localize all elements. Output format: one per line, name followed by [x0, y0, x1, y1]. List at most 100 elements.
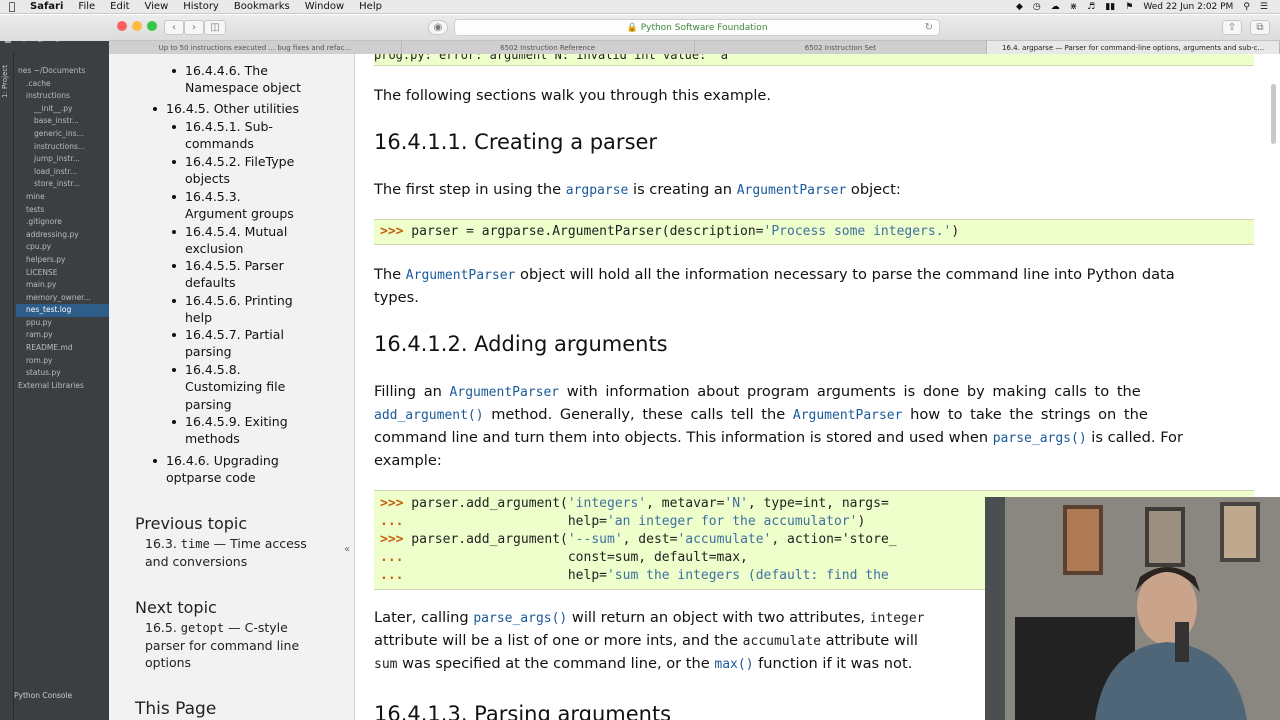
link-argumentparser-3[interactable]: ArgumentParser [450, 385, 560, 400]
menu-file[interactable]: File [72, 0, 104, 14]
minimize-window-button[interactable] [132, 21, 142, 31]
project-tree-item[interactable]: mine [16, 191, 109, 204]
collapse-sidebar-button[interactable]: « [344, 544, 350, 555]
project-tree-item[interactable]: README.md [16, 342, 109, 355]
project-tree-item[interactable]: jump_instr... [16, 153, 109, 166]
project-tree-item[interactable]: nes ~/Documents [16, 65, 109, 78]
project-tree-item[interactable]: cpu.py [16, 241, 109, 254]
link-parse-args[interactable]: parse_args() [993, 431, 1087, 446]
toc-link[interactable]: Customizing file [185, 378, 285, 395]
next-topic-link-line2[interactable]: parser for command line [145, 637, 299, 655]
toc-link[interactable]: 16.4.5.4. Mutual [185, 223, 287, 240]
dropbox-icon[interactable]: ◆ [1016, 2, 1023, 12]
project-tree-item[interactable]: instructions... [16, 141, 109, 154]
toc-link[interactable]: 16.4.5.1. Sub- [185, 118, 273, 135]
project-tree-item[interactable]: tests [16, 204, 109, 217]
notification-icon[interactable]: ☰ [1260, 2, 1268, 12]
toc-link[interactable]: parsing [185, 396, 232, 413]
project-tree-item[interactable]: helpers.py [16, 254, 109, 267]
project-tree-item[interactable]: .gitignore [16, 216, 109, 229]
clock[interactable]: Wed 22 Jun 2:02 PM [1143, 2, 1233, 12]
python-console-button[interactable]: Python Console [14, 691, 72, 700]
link-argumentparser[interactable]: ArgumentParser [737, 183, 847, 198]
toc-link[interactable]: parsing [185, 343, 232, 360]
project-tree-item[interactable]: LICENSE [16, 267, 109, 280]
project-tree-item[interactable]: base_instr... [16, 115, 109, 128]
toc-link[interactable]: methods [185, 430, 240, 447]
menu-edit[interactable]: Edit [104, 0, 138, 14]
zoom-window-button[interactable] [147, 21, 157, 31]
project-tree-item[interactable]: rom.py [16, 355, 109, 368]
project-tree-item[interactable]: load_instr... [16, 166, 109, 179]
toc-link[interactable]: 16.4.5.8. [185, 361, 241, 378]
project-tool-label[interactable]: 1: Project [1, 65, 9, 98]
address-bar[interactable]: 🔒 Python Software Foundation ↻ [454, 19, 940, 36]
tab-3[interactable]: 6502 Instruction Set [695, 41, 988, 54]
previous-topic-link-line2[interactable]: and conversions [145, 553, 247, 571]
menu-app[interactable]: Safari [24, 0, 72, 14]
apple-icon[interactable]:  [0, 0, 24, 13]
toc-link[interactable]: 16.4.5.7. Partial [185, 326, 284, 343]
volume-icon[interactable]: ♬ [1087, 2, 1095, 12]
flag-icon[interactable]: ⚑ [1125, 2, 1133, 12]
battery-icon[interactable]: ▮▮ [1105, 2, 1115, 12]
toc-link[interactable]: 16.4.5.2. FileType [185, 153, 294, 170]
project-tree-item[interactable]: main.py [16, 279, 109, 292]
bluetooth-icon[interactable]: ⋇ [1070, 2, 1078, 12]
toc-link[interactable]: exclusion [185, 240, 243, 257]
tab-4-active[interactable]: 16.4. argparse — Parser for command-line… [987, 41, 1280, 54]
menu-help[interactable]: Help [353, 0, 391, 14]
cloud-icon[interactable]: ☁ [1051, 2, 1060, 12]
toc-link[interactable]: defaults [185, 274, 236, 291]
toc-link[interactable]: Argument groups [185, 205, 294, 222]
link-parse-args-2[interactable]: parse_args() [473, 611, 567, 626]
sidebar-toggle-button[interactable]: ◫ [204, 20, 226, 35]
toc-link[interactable]: 16.4.5. Other utilities [166, 100, 299, 117]
link-add-argument[interactable]: add_argument() [374, 408, 484, 423]
menu-view[interactable]: View [139, 0, 178, 14]
menu-history[interactable]: History [177, 0, 228, 14]
project-tree-item[interactable]: ppu.py [16, 317, 109, 330]
project-tree-item[interactable]: generic_ins... [16, 128, 109, 141]
project-tree-item[interactable]: ram.py [16, 329, 109, 342]
toc-link[interactable]: 16.4.5.3. [185, 188, 241, 205]
project-tree-item[interactable]: __init__.py [16, 103, 109, 116]
toc-link[interactable]: commands [185, 135, 254, 152]
toc-link[interactable]: optparse code [166, 469, 256, 486]
project-tree-item[interactable]: External Libraries [16, 380, 109, 393]
reload-icon[interactable]: ↻ [925, 22, 933, 33]
link-argumentparser-4[interactable]: ArgumentParser [793, 408, 903, 423]
toc-link[interactable]: Namespace object [185, 79, 301, 96]
project-tree-item[interactable]: status.py [16, 367, 109, 380]
close-window-button[interactable] [117, 21, 127, 31]
back-button[interactable]: ‹ [164, 20, 184, 35]
toc-link[interactable]: objects [185, 170, 230, 187]
link-max[interactable]: max() [714, 657, 753, 672]
toc-link[interactable]: 16.4.5.5. Parser [185, 257, 284, 274]
project-tree-item[interactable]: nes_test.log [16, 304, 109, 317]
share-button[interactable]: ⇧ [1222, 20, 1242, 35]
project-tree-item[interactable]: addressing.py [16, 229, 109, 242]
menu-window[interactable]: Window [299, 0, 353, 14]
toc-link[interactable]: 16.4.6. Upgrading [166, 452, 279, 469]
toc-link[interactable]: 16.4.5.9. Exiting [185, 413, 288, 430]
project-tree-item[interactable]: .cache [16, 78, 109, 91]
tab-1[interactable]: Up to 50 instructions executed ... bug f… [109, 41, 402, 54]
project-tree-item[interactable]: instructions [16, 90, 109, 103]
previous-topic-link[interactable]: 16.3. time — Time access [145, 535, 307, 554]
search-icon[interactable]: ⚲ [1243, 2, 1250, 12]
project-tree-item[interactable]: store_instr... [16, 178, 109, 191]
scrollbar-thumb[interactable] [1271, 84, 1276, 144]
link-argumentparser-2[interactable]: ArgumentParser [406, 268, 516, 283]
toc-link[interactable]: 16.4.4.6. The [185, 62, 268, 79]
link-argparse[interactable]: argparse [566, 183, 629, 198]
project-tree-item[interactable]: memory_owner... [16, 292, 109, 305]
privacy-button[interactable]: ◉ [428, 20, 448, 35]
toc-link[interactable]: help [185, 309, 212, 326]
timemachine-icon[interactable]: ◷ [1033, 2, 1041, 12]
tabs-overview-button[interactable]: ⧉ [1250, 20, 1270, 35]
next-topic-link-line3[interactable]: options [145, 654, 191, 672]
next-topic-link[interactable]: 16.5. getopt — C-style [145, 619, 288, 638]
forward-button[interactable]: › [184, 20, 204, 35]
toc-link[interactable]: 16.4.5.6. Printing [185, 292, 293, 309]
